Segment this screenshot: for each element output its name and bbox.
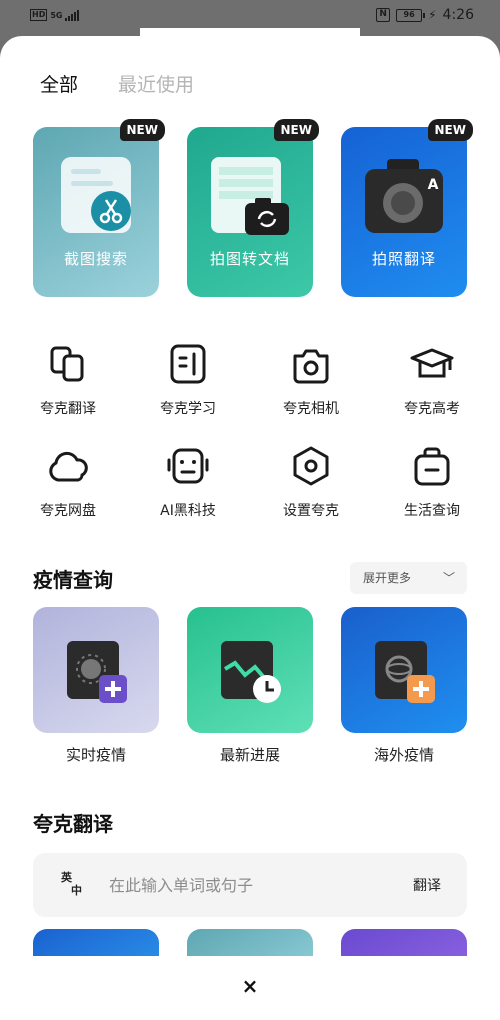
svg-text:A: A [428, 177, 439, 193]
feature-card-label: 拍图转文档 [209, 250, 290, 268]
tool-label: 夸克翻译 [40, 401, 96, 417]
tool-label: 夸克网盘 [40, 503, 96, 519]
section-title-translate: 夸克翻译 [33, 812, 113, 836]
lang-source: 英 [61, 871, 72, 884]
tool-ai-tech[interactable]: AI黑科技 [133, 444, 243, 520]
translate-box: 英 中 翻译 [33, 853, 467, 917]
tool-quark-drive[interactable]: 夸克网盘 [13, 444, 123, 520]
language-switch-icon[interactable]: 英 中 [61, 871, 89, 899]
graduation-cap-icon [410, 348, 454, 378]
chevron-down-icon: ﹀ [442, 571, 455, 585]
covid-card-label: 海外疫情 [373, 746, 434, 764]
clock: 4:26 [442, 7, 474, 23]
camera-icon [293, 349, 329, 384]
sheet-footer: × [0, 956, 500, 1020]
cloud-icon [49, 451, 88, 482]
photo-to-document-icon [211, 157, 289, 235]
screenshot-scissors-icon [61, 157, 131, 233]
feature-card-label: 截图搜索 [63, 250, 128, 268]
bottom-sheet: 全部 最近使用 NEW 截图搜索 NEW 拍图转文档 A NEW 拍照翻译 夸克… [0, 36, 500, 1020]
tab-all[interactable]: 全部 [40, 70, 78, 97]
covid-card-realtime[interactable] [33, 607, 159, 733]
tool-quark-study[interactable]: 夸克学习 [133, 342, 243, 418]
feature-card-photo-translate[interactable]: A NEW 拍照翻译 [341, 119, 473, 297]
section-title-covid: 疫情查询 [33, 568, 113, 592]
camera-translate-icon: A [365, 159, 443, 233]
study-icon [170, 344, 206, 384]
close-icon[interactable]: × [238, 974, 262, 998]
battery-icon: 96 [396, 8, 426, 22]
tab-bar: 全部 最近使用 [40, 70, 194, 97]
expand-more-button[interactable]: 展开更多 ﹀ [350, 562, 467, 594]
virus-plus-icon [67, 641, 127, 703]
settings-hexagon-icon [293, 446, 329, 486]
bag-icon [414, 447, 450, 486]
feature-card-screenshot-search[interactable]: NEW 截图搜索 [33, 119, 165, 297]
expand-more-label: 展开更多 [363, 571, 412, 585]
covid-card-latest[interactable] [187, 607, 313, 733]
covid-card-label: 实时疫情 [65, 746, 126, 764]
tool-quark-camera[interactable]: 夸克相机 [256, 342, 366, 418]
tool-label: AI黑科技 [160, 503, 216, 519]
trend-clock-icon [221, 641, 281, 703]
lang-target: 中 [71, 884, 82, 897]
tab-recent[interactable]: 最近使用 [118, 70, 194, 97]
tool-label: 夸克高考 [404, 401, 460, 417]
network-type: 5G [50, 10, 63, 20]
hd-indicator: HD [30, 9, 48, 21]
tool-quark-translate[interactable]: 夸克翻译 [13, 342, 123, 418]
translate-input[interactable] [109, 873, 369, 897]
covid-card-overseas[interactable] [341, 607, 467, 733]
tool-label: 夸克相机 [283, 401, 339, 417]
globe-plus-icon [375, 641, 435, 703]
translate-icon [50, 346, 84, 382]
tool-quark-gaokao[interactable]: 夸克高考 [377, 342, 487, 418]
robot-icon [167, 448, 209, 484]
status-right: N 96 ⚡ 4:26 [376, 7, 474, 23]
battery-level: 96 [403, 9, 415, 19]
translate-button[interactable]: 翻译 [413, 875, 441, 895]
covid-card-label: 最新进展 [219, 746, 280, 764]
nfc-icon: N [376, 8, 391, 22]
new-badge: NEW [273, 119, 319, 141]
signal-icon [65, 9, 80, 21]
status-left: HD 5G [30, 9, 80, 21]
feature-card-photo-to-doc[interactable]: NEW 拍图转文档 [187, 119, 319, 297]
tool-life-query[interactable]: 生活查询 [377, 444, 487, 520]
tool-settings[interactable]: 设置夸克 [256, 444, 366, 520]
new-badge: NEW [119, 119, 165, 141]
tool-label: 设置夸克 [283, 503, 339, 519]
tool-label: 生活查询 [404, 503, 460, 519]
tool-label: 夸克学习 [160, 401, 216, 417]
new-badge: NEW [427, 119, 473, 141]
charging-icon: ⚡ [428, 8, 437, 22]
feature-card-label: 拍照翻译 [371, 250, 436, 268]
